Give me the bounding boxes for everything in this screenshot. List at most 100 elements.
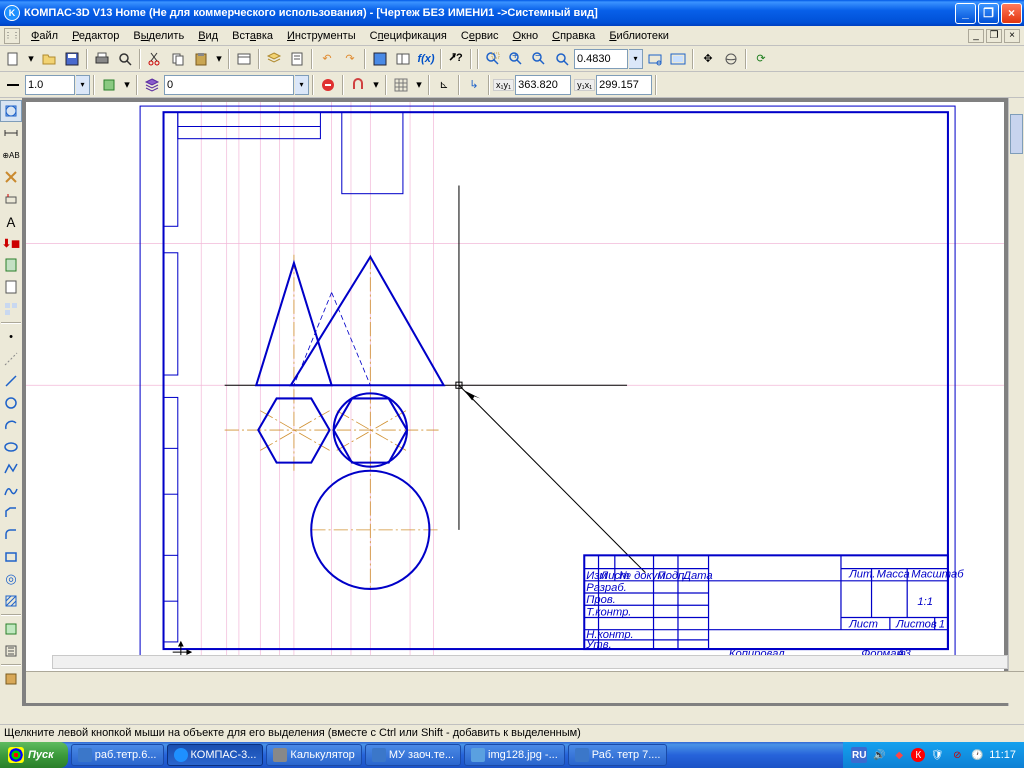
zoom-out-button[interactable]: − <box>528 48 550 70</box>
point-button[interactable]: • <box>0 326 22 348</box>
open-button[interactable] <box>38 48 60 70</box>
menu-edit[interactable]: Редактор <box>65 28 126 44</box>
menu-view[interactable]: Вид <box>191 28 225 44</box>
properties-button[interactable] <box>233 48 255 70</box>
task-item-2[interactable]: Калькулятор <box>266 744 361 766</box>
aux-line-button[interactable] <box>0 348 22 370</box>
ellipse-button[interactable] <box>0 436 22 458</box>
tray-icon-3[interactable]: К <box>911 748 925 762</box>
menu-help[interactable]: Справка <box>545 28 602 44</box>
zoom-window-button[interactable] <box>482 48 504 70</box>
hatch-button[interactable] <box>0 590 22 612</box>
layer-dropdown[interactable]: ▾ <box>295 75 309 95</box>
layer-input[interactable] <box>164 75 294 95</box>
tool-b-button[interactable] <box>0 640 22 662</box>
menu-select[interactable]: Выделить <box>126 28 191 44</box>
tool-c-button[interactable] <box>0 668 22 690</box>
zoom-dropdown[interactable]: ▾ <box>629 49 643 69</box>
undo-button[interactable]: ↶ <box>316 48 338 70</box>
zoom-value-input[interactable] <box>574 49 628 69</box>
select-panel-button[interactable]: ⬇◼ <box>0 232 22 254</box>
menu-file[interactable]: Файл <box>24 28 65 44</box>
horizontal-scrollbar[interactable] <box>52 655 1008 669</box>
snap-dropdown[interactable]: ▾ <box>370 74 382 96</box>
fillet-button[interactable] <box>0 524 22 546</box>
zoom-in-button[interactable]: + <box>505 48 527 70</box>
task-item-5[interactable]: Раб. тетр 7.... <box>568 744 668 766</box>
paste-button[interactable] <box>190 48 212 70</box>
tray-icon-5[interactable]: ⊘ <box>949 747 965 763</box>
bezier-button[interactable] <box>0 480 22 502</box>
dim-panel-button[interactable] <box>0 122 22 144</box>
paste-dropdown[interactable]: ▾ <box>213 48 225 70</box>
drawing-canvas[interactable]: Изм Лист № докум. Подп. Дата Разраб. Про… <box>26 102 1004 702</box>
new-dropdown[interactable]: ▾ <box>25 48 37 70</box>
task-item-3[interactable]: МУ заоч.те... <box>365 744 461 766</box>
tray-icon-2[interactable]: ◆ <box>891 747 907 763</box>
redo-button[interactable]: ↷ <box>339 48 361 70</box>
menu-insert[interactable]: Вставка <box>225 28 280 44</box>
copy-button[interactable] <box>167 48 189 70</box>
param-panel-button[interactable] <box>0 188 22 210</box>
menu-service[interactable]: Сервис <box>454 28 506 44</box>
tray-icon-1[interactable]: 🔊 <box>871 747 887 763</box>
refresh-button[interactable]: ⟳ <box>750 48 772 70</box>
line-button[interactable] <box>0 370 22 392</box>
orbit-button[interactable] <box>720 48 742 70</box>
task-item-4[interactable]: img128.jpg -... <box>464 744 565 766</box>
layers-multi-button[interactable] <box>141 74 163 96</box>
help-cursor-button[interactable]: ⭷? <box>445 48 467 70</box>
tool-a-button[interactable] <box>0 618 22 640</box>
state-dropdown[interactable]: ▾ <box>121 74 133 96</box>
geometry-panel-button[interactable] <box>0 100 22 122</box>
lang-indicator[interactable]: RU <box>851 747 867 763</box>
vars-button[interactable] <box>392 48 414 70</box>
measure-panel-button[interactable]: Ａ <box>0 210 22 232</box>
autoax-button[interactable]: ◎ <box>0 568 22 590</box>
tray-icon-6[interactable]: 🕐 <box>969 747 985 763</box>
grid-dropdown[interactable]: ▾ <box>413 74 425 96</box>
cut-button[interactable] <box>144 48 166 70</box>
new-button[interactable] <box>2 48 24 70</box>
spec-button[interactable] <box>286 48 308 70</box>
preview-button[interactable] <box>114 48 136 70</box>
save-button[interactable] <box>61 48 83 70</box>
fx-button[interactable]: f(x) <box>415 48 437 70</box>
rect-button[interactable] <box>0 546 22 568</box>
symbols-panel-button[interactable]: ⊕AB <box>0 144 22 166</box>
layers-button[interactable] <box>263 48 285 70</box>
scale-dropdown[interactable]: ▾ <box>76 75 90 95</box>
clock[interactable]: 11:17 <box>989 749 1016 761</box>
tray-icon-4[interactable]: 🛡 <box>929 747 945 763</box>
ortho-button[interactable]: ⊾ <box>433 74 455 96</box>
stop-button[interactable] <box>317 74 339 96</box>
canvas-area[interactable]: Изм Лист № докум. Подп. Дата Разраб. Про… <box>22 98 1024 706</box>
report-panel-button[interactable] <box>0 276 22 298</box>
menu-spec[interactable]: Спецификация <box>363 28 454 44</box>
scale-input[interactable] <box>25 75 75 95</box>
restore-button[interactable]: ❐ <box>978 3 999 24</box>
views-panel-button[interactable] <box>0 298 22 320</box>
mdi-restore-button[interactable]: ❐ <box>986 29 1002 43</box>
task-item-1[interactable]: КОМПАС-3... <box>167 744 264 766</box>
linetype-button[interactable] <box>2 74 24 96</box>
state-button[interactable] <box>98 74 120 96</box>
start-button[interactable]: Пуск <box>0 742 68 768</box>
arc-button[interactable] <box>0 414 22 436</box>
task-item-0[interactable]: раб.тетр.6... <box>71 744 164 766</box>
snap-button[interactable] <box>347 74 369 96</box>
minimize-button[interactable]: _ <box>955 3 976 24</box>
zoom-fit-button[interactable] <box>644 48 666 70</box>
system-tray[interactable]: RU 🔊 ◆ К 🛡 ⊘ 🕐 11:17 <box>843 742 1024 768</box>
menu-libs[interactable]: Библиотеки <box>602 28 676 44</box>
manager-button[interactable] <box>369 48 391 70</box>
pan-button[interactable]: ✥ <box>697 48 719 70</box>
lcs-button[interactable]: ↳ <box>463 74 485 96</box>
menu-tools[interactable]: Инструменты <box>280 28 363 44</box>
close-button[interactable]: × <box>1001 3 1022 24</box>
zoom-all-button[interactable] <box>667 48 689 70</box>
chamfer-button[interactable] <box>0 502 22 524</box>
edit-panel-button[interactable] <box>0 166 22 188</box>
spec-panel-button[interactable] <box>0 254 22 276</box>
circle-button[interactable] <box>0 392 22 414</box>
